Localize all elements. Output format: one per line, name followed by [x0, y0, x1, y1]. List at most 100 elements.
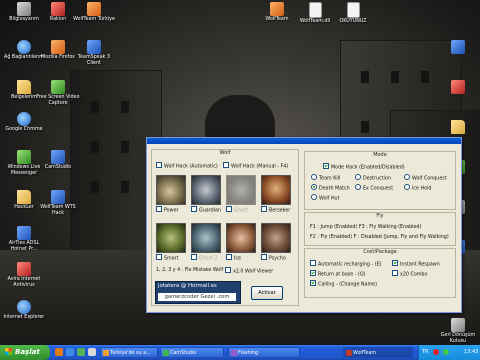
radio-button[interactable]: [404, 174, 410, 180]
wolf-group-header: Wolf: [219, 150, 231, 156]
monster-image: [261, 175, 291, 205]
checkbox-box[interactable]: [261, 254, 267, 260]
checkbox-box[interactable]: [191, 254, 197, 260]
quick-launch-messenger-icon[interactable]: [77, 348, 85, 356]
radio-button[interactable]: [355, 174, 361, 180]
activate-button[interactable]: Activar: [251, 286, 283, 300]
mode-radio[interactable]: Wolf Hut: [311, 194, 339, 202]
desktop-icon-okuyunuz[interactable]: OKUYUNUZ: [331, 2, 375, 25]
checkbox-box[interactable]: [225, 267, 231, 273]
contact-banner: jotatera @ Hotmail.es gamerzcoder Gezel …: [155, 281, 241, 304]
monster-checkbox[interactable]: Smart: [156, 254, 179, 262]
wolf-hack-auto-checkbox[interactable]: Wolf Hack (Automatic): [156, 162, 218, 170]
taskbar-button[interactable]: Flashing: [228, 347, 300, 358]
contact-email: jotatera @ Hotmail.es: [158, 283, 217, 289]
checkbox-box[interactable]: [226, 206, 232, 212]
wolf-hack-manual-checkbox[interactable]: Wolf Hack (Manual - F4): [223, 162, 288, 170]
monster-checkbox[interactable]: Ghost 2: [191, 254, 218, 262]
desktop-icon-right-2[interactable]: [436, 120, 480, 135]
start-button[interactable]: Başlat: [0, 345, 50, 360]
mode-group-header: Mode: [373, 152, 387, 158]
checkbox-box[interactable]: [392, 270, 398, 276]
monster-checkbox[interactable]: Ice: [226, 254, 241, 262]
rakion-game-icon: [51, 2, 65, 16]
monster-image: [156, 223, 186, 253]
taskbar-button[interactable]: WolfTeam: [343, 347, 413, 358]
mode-radio[interactable]: Wolf Conquest: [404, 174, 447, 182]
app-icon-1: [451, 40, 465, 54]
mode-radio[interactable]: Ice Hold: [404, 184, 431, 192]
mode-radio[interactable]: Team Kill: [311, 174, 340, 182]
quick-launch-desktop-icon[interactable]: [88, 348, 96, 356]
desktop-icon-right-0[interactable]: [436, 40, 480, 55]
checkbox-box[interactable]: [310, 260, 316, 266]
radio-button[interactable]: [311, 194, 317, 200]
checkbox-box[interactable]: [310, 270, 316, 276]
network-tray-icon[interactable]: [443, 349, 449, 355]
app-icon-3: [451, 120, 465, 134]
desktop-icon-14[interactable]: Avira Internet Antivirus: [2, 262, 46, 288]
package-checkbox[interactable]: Automatic recharging - (E): [310, 260, 381, 268]
desktop-icon-7[interactable]: Free Screen Video Capture: [36, 80, 80, 106]
monster-image: [226, 223, 256, 253]
radio-button[interactable]: [355, 184, 361, 190]
mode-radio[interactable]: Destruction: [355, 174, 391, 182]
antivirus-icon: [17, 262, 31, 276]
desktop-icon-5[interactable]: TeamSpeak 3 Client: [72, 40, 116, 66]
monster-image: [261, 223, 291, 253]
text-file-icon: [346, 2, 360, 18]
package-checkbox[interactable]: x20 Combo: [392, 270, 427, 278]
antivirus-tray-icon[interactable]: [433, 349, 439, 355]
mode-radio[interactable]: Ex Conquest: [355, 184, 393, 192]
taskbar-button[interactable]: CamStudio: [160, 347, 224, 358]
monster-checkbox[interactable]: Berseker: [261, 206, 290, 214]
checkbox-box[interactable]: [310, 280, 316, 286]
desktop-icon-right-1[interactable]: [436, 80, 480, 95]
dll-file-icon: [308, 2, 322, 18]
window-titlebar[interactable]: [147, 138, 461, 144]
monster-checkbox[interactable]: Power: [156, 206, 179, 214]
checkbox-box[interactable]: [191, 206, 197, 212]
desktop-icon-8[interactable]: Google Chrome: [2, 112, 46, 133]
package-checkbox[interactable]: Instant Respawn: [392, 260, 440, 268]
checkbox-box[interactable]: [223, 162, 229, 168]
radio-button[interactable]: [311, 184, 317, 190]
monster-checkbox[interactable]: Ghost: [226, 206, 248, 214]
clock[interactable]: 13:43: [464, 345, 478, 360]
checkbox-box[interactable]: [261, 206, 267, 212]
wallpaper-soldier: [205, 95, 275, 140]
network-icon: [17, 40, 31, 54]
radio-button[interactable]: [311, 174, 317, 180]
taskbar: Başlat Türkiye'de su a... CamStudio Flashi…: [0, 345, 480, 360]
desktop-icon-10[interactable]: CamStudio: [36, 150, 80, 171]
mode-hack-checkbox[interactable]: Mode Hack (Enabled/Disabled): [323, 163, 405, 171]
quick-launch-firefox-icon[interactable]: [55, 348, 63, 356]
desktop-icon-2[interactable]: WolfTeam Türkiye: [72, 2, 116, 23]
package-checkbox[interactable]: Calling - (Change Name): [310, 280, 377, 288]
language-indicator[interactable]: TR: [422, 345, 429, 360]
checkbox-box[interactable]: [156, 206, 162, 212]
desktop-icon-13[interactable]: AirTies ADSL Hotnet Pr...: [2, 226, 46, 252]
wolf-hint-text: 1, 2, 3 y 4 : Fix Mistake Wolf: [156, 268, 224, 273]
desktop-icon-15[interactable]: Internet Explorer: [2, 300, 46, 321]
radio-button[interactable]: [404, 184, 410, 190]
desktop-icon-recycle-bin[interactable]: Geri Dönüşüm Kutusu: [436, 318, 480, 344]
monster-checkbox[interactable]: Psycho: [261, 254, 286, 262]
wolf-viewer-checkbox[interactable]: x2.0 Wolf Viewer: [225, 267, 273, 275]
checkbox-box[interactable]: [156, 162, 162, 168]
contact-website: gamerzcoder Gezel .com: [158, 293, 236, 301]
monster-image: [226, 175, 256, 205]
system-tray: TR 13:43: [418, 345, 480, 360]
checkbox-box[interactable]: [226, 254, 232, 260]
checkbox-box[interactable]: [156, 254, 162, 260]
package-checkbox[interactable]: Return at base - (Q): [310, 270, 366, 278]
taskbar-button[interactable]: Türkiye'de su a...: [100, 347, 158, 358]
my-computer-icon: [17, 2, 31, 16]
checkbox-box[interactable]: [323, 163, 329, 169]
quick-launch-ie-icon[interactable]: [66, 348, 74, 356]
folder-icon: [17, 190, 31, 204]
mode-radio[interactable]: Death Match: [311, 184, 350, 192]
monster-checkbox[interactable]: Guardian: [191, 206, 221, 214]
checkbox-box[interactable]: [392, 260, 398, 266]
desktop-icon-12[interactable]: WolfTeam WTS Hack: [36, 190, 80, 216]
